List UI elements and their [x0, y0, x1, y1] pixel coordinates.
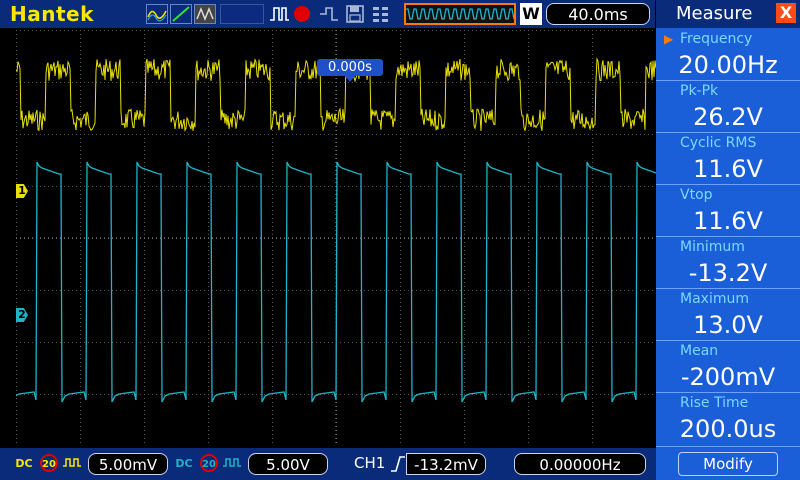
rising-edge-icon[interactable]	[390, 454, 406, 474]
measure-label-pkpk[interactable]: Pk-Pk	[656, 80, 800, 102]
measure-label-vtop[interactable]: Vtop	[656, 184, 800, 206]
ch2-scale-readout[interactable]: 5.00V	[248, 453, 328, 475]
ch1-scale-readout[interactable]: 5.00mV	[88, 453, 168, 475]
ch2-bandwidth-limit-badge[interactable]: 20	[200, 454, 218, 472]
trigger-frequency-readout: 0.00000Hz	[514, 453, 646, 475]
measure-panel-header: Measure X	[656, 0, 800, 28]
measure-value-cyclic-rms: 11.6V	[656, 155, 800, 183]
ch2-coupling-badge[interactable]: DC	[174, 454, 194, 474]
ch1-coupling-badge[interactable]: DC	[14, 454, 34, 474]
status-bar: DC 20 5.00mV DC 20 5.00V CH1 -13.2mV 0.0…	[0, 448, 656, 480]
ch2-probe-icon[interactable]	[222, 454, 242, 472]
memory-timeline-icon[interactable]	[404, 3, 516, 25]
waveform-display[interactable]: 0.000s 1 2	[16, 30, 671, 446]
measure-value-vtop: 11.6V	[656, 207, 800, 235]
ch1-bandwidth-limit-badge[interactable]: 20	[40, 454, 58, 472]
measure-value-rise-time: 200.0us	[656, 415, 800, 443]
acquire-mode-normal-icon[interactable]	[146, 4, 168, 24]
measure-panel: Measure X ▶ Frequency 20.00Hz Pk-Pk 26.2…	[656, 0, 800, 480]
measure-label-mean[interactable]: Mean	[656, 340, 800, 362]
top-toolbar: Hantek W 40.0ms	[0, 0, 655, 28]
trigger-position-label[interactable]: 0.000s	[317, 59, 383, 76]
measure-label-minimum[interactable]: Minimum	[656, 236, 800, 258]
run-mode-icon[interactable]	[318, 4, 340, 24]
measure-value-minimum: -13.2V	[656, 259, 800, 287]
menu-grid-icon[interactable]	[370, 4, 392, 24]
record-icon[interactable]	[294, 6, 310, 22]
pulse-trigger-icon[interactable]	[268, 4, 290, 24]
measure-label-frequency[interactable]: Frequency	[656, 28, 800, 50]
ch1-probe-icon[interactable]	[62, 454, 82, 472]
brand-logo: Hantek	[10, 2, 94, 26]
measure-value-frequency: 20.00Hz	[656, 51, 800, 79]
waveform-window-button[interactable]: W	[520, 3, 542, 25]
acquire-mode-ramp-icon[interactable]	[170, 4, 192, 24]
timebase-readout[interactable]: 40.0ms	[546, 3, 650, 25]
measure-title: Measure	[676, 3, 753, 24]
measure-value-mean: -200mV	[656, 363, 800, 391]
save-icon[interactable]	[344, 4, 366, 24]
trigger-position-marker[interactable]	[345, 76, 355, 82]
measure-label-maximum[interactable]: Maximum	[656, 288, 800, 310]
modify-button[interactable]: Modify	[678, 452, 778, 476]
acquire-mode-persist-icon[interactable]	[194, 4, 216, 24]
measure-label-cyclic-rms[interactable]: Cyclic RMS	[656, 132, 800, 154]
measure-value-maximum: 13.0V	[656, 311, 800, 339]
divider	[656, 446, 800, 447]
measure-label-rise-time[interactable]: Rise Time	[656, 392, 800, 414]
status-slot	[220, 4, 264, 24]
trigger-level-readout[interactable]: -13.2mV	[406, 453, 486, 475]
trigger-source-label[interactable]: CH1	[354, 454, 385, 472]
measure-value-pkpk: 26.2V	[656, 103, 800, 131]
close-button[interactable]: X	[776, 3, 796, 23]
graticule	[16, 30, 656, 446]
